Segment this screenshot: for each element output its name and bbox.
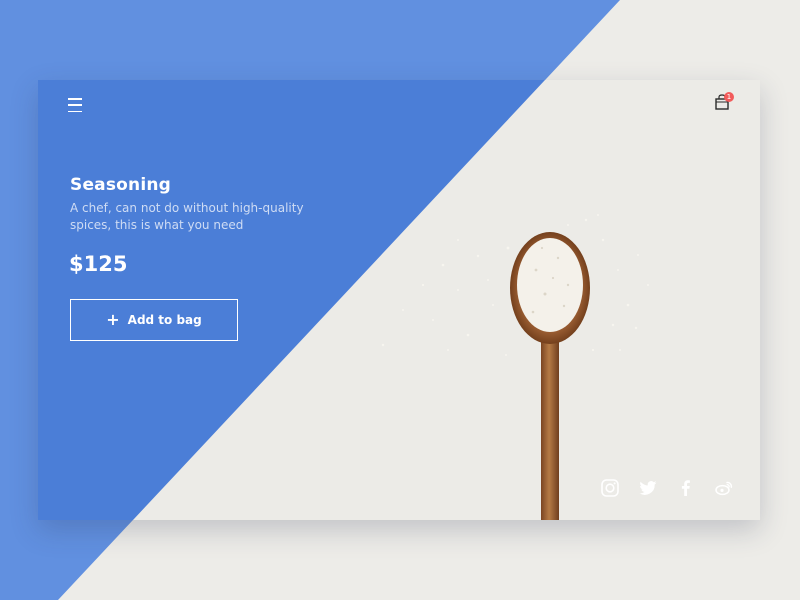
cart-badge: 1 (724, 92, 734, 102)
plus-icon: + (106, 309, 120, 329)
product-description: A chef, can not do without high-quality … (70, 201, 304, 232)
product-card: 1 Seasoning A chef, can not do without h… (38, 80, 760, 520)
product-price: $125 (69, 252, 128, 276)
spoon-handle (541, 335, 559, 520)
social-links (600, 478, 734, 498)
menu-line (68, 98, 82, 100)
rice-heap (517, 238, 583, 332)
menu-line (68, 110, 82, 112)
instagram-icon[interactable] (600, 478, 620, 498)
facebook-icon[interactable] (676, 478, 696, 498)
twitter-icon[interactable] (638, 478, 658, 498)
weibo-icon[interactable] (714, 478, 734, 498)
menu-button[interactable] (68, 98, 86, 112)
product-title: Seasoning (70, 175, 172, 195)
menu-line (68, 104, 82, 106)
add-to-bag-button[interactable]: + Add to bag (70, 299, 238, 341)
add-to-bag-label: Add to bag (127, 313, 202, 327)
